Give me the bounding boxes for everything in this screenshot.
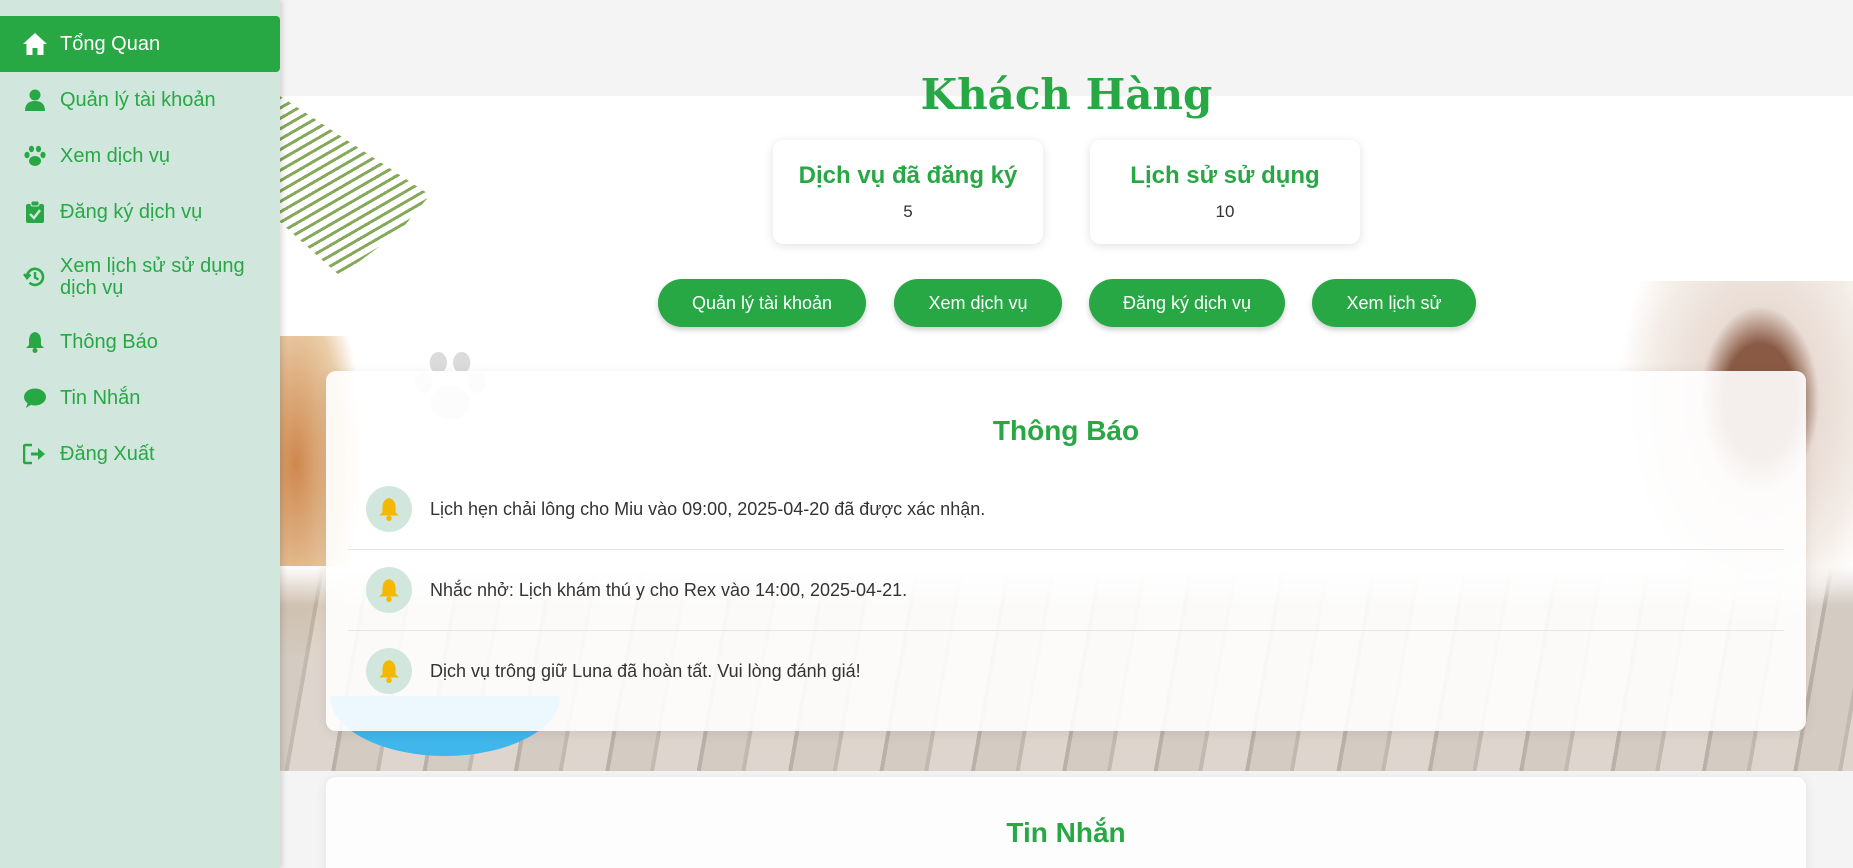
page-title: Khách Hàng — [920, 70, 1213, 119]
bell-icon — [366, 486, 412, 532]
sidebar-item-label: Đăng Xuất — [60, 442, 155, 465]
notification-text: Nhắc nhở: Lịch khám thú y cho Rex vào 14… — [430, 579, 908, 600]
main-content: Khách Hàng Dịch vụ đã đăng ký 5 Lịch sử … — [280, 0, 1853, 868]
clipboard-check-icon — [22, 199, 48, 225]
sidebar-item-overview[interactable]: Tổng Quan — [0, 16, 280, 72]
palm-leaf-image — [280, 96, 430, 276]
sidebar-item-services[interactable]: Xem dịch vụ — [0, 128, 280, 184]
stat-title: Dịch vụ đã đăng ký — [798, 162, 1018, 189]
home-icon — [22, 31, 48, 57]
notifications-panel: Thông Báo Lịch hẹn chải lông cho Miu vào… — [326, 371, 1806, 731]
notifications-title: Thông Báo — [992, 415, 1140, 446]
notification-item[interactable]: Nhắc nhở: Lịch khám thú y cho Rex vào 14… — [348, 550, 1784, 631]
chat-icon — [22, 385, 48, 411]
messages-panel: Tin Nhắn — [326, 777, 1806, 868]
notification-text: Dịch vụ trông giữ Luna đã hoàn tất. Vui … — [430, 660, 861, 681]
stat-card-registered: Dịch vụ đã đăng ký 5 — [773, 140, 1043, 244]
services-button[interactable]: Xem dịch vụ — [894, 279, 1062, 327]
stat-card-history: Lịch sử sử dụng 10 — [1090, 140, 1360, 244]
sidebar-item-label: Thông Báo — [60, 330, 158, 353]
messages-title: Tin Nhắn — [1006, 817, 1126, 848]
stat-value: 5 — [903, 202, 913, 221]
notification-item[interactable]: Lịch hẹn chải lông cho Miu vào 09:00, 20… — [348, 469, 1784, 550]
paw-icon — [22, 143, 48, 169]
sidebar-item-history[interactable]: Xem lịch sử sử dụng dịch vụ — [0, 240, 280, 314]
history-icon — [22, 264, 48, 290]
notification-text: Lịch hẹn chải lông cho Miu vào 09:00, 20… — [430, 498, 986, 519]
notifications-list: Lịch hẹn chải lông cho Miu vào 09:00, 20… — [326, 469, 1806, 711]
sidebar-item-notifications[interactable]: Thông Báo — [0, 314, 280, 370]
sidebar-item-messages[interactable]: Tin Nhắn — [0, 370, 280, 426]
sidebar-item-label: Quản lý tài khoản — [60, 88, 216, 111]
bell-icon — [22, 329, 48, 355]
register-service-button[interactable]: Đăng ký dịch vụ — [1089, 279, 1285, 327]
user-icon — [22, 87, 48, 113]
stat-title: Lịch sử sử dụng — [1130, 162, 1320, 189]
sidebar: Tổng Quan Quản lý tài khoản Xem dịch vụ … — [0, 0, 280, 868]
sidebar-item-register[interactable]: Đăng ký dịch vụ — [0, 184, 280, 240]
history-button[interactable]: Xem lịch sử — [1312, 279, 1476, 327]
sidebar-item-label: Đăng ký dịch vụ — [60, 200, 203, 223]
bell-icon — [366, 648, 412, 694]
sidebar-item-label: Tổng Quan — [60, 32, 161, 55]
sidebar-item-account[interactable]: Quản lý tài khoản — [0, 72, 280, 128]
sidebar-item-label: Xem dịch vụ — [60, 144, 171, 167]
logout-icon — [22, 441, 48, 467]
stat-value: 10 — [1215, 202, 1235, 221]
bell-icon — [366, 567, 412, 613]
account-button[interactable]: Quản lý tài khoản — [658, 279, 866, 327]
notification-item[interactable]: Dịch vụ trông giữ Luna đã hoàn tất. Vui … — [348, 631, 1784, 711]
sidebar-item-label: Xem lịch sử sử dụng dịch vụ — [60, 255, 245, 299]
sidebar-item-label: Tin Nhắn — [60, 386, 141, 409]
sidebar-item-logout[interactable]: Đăng Xuất — [0, 426, 280, 482]
